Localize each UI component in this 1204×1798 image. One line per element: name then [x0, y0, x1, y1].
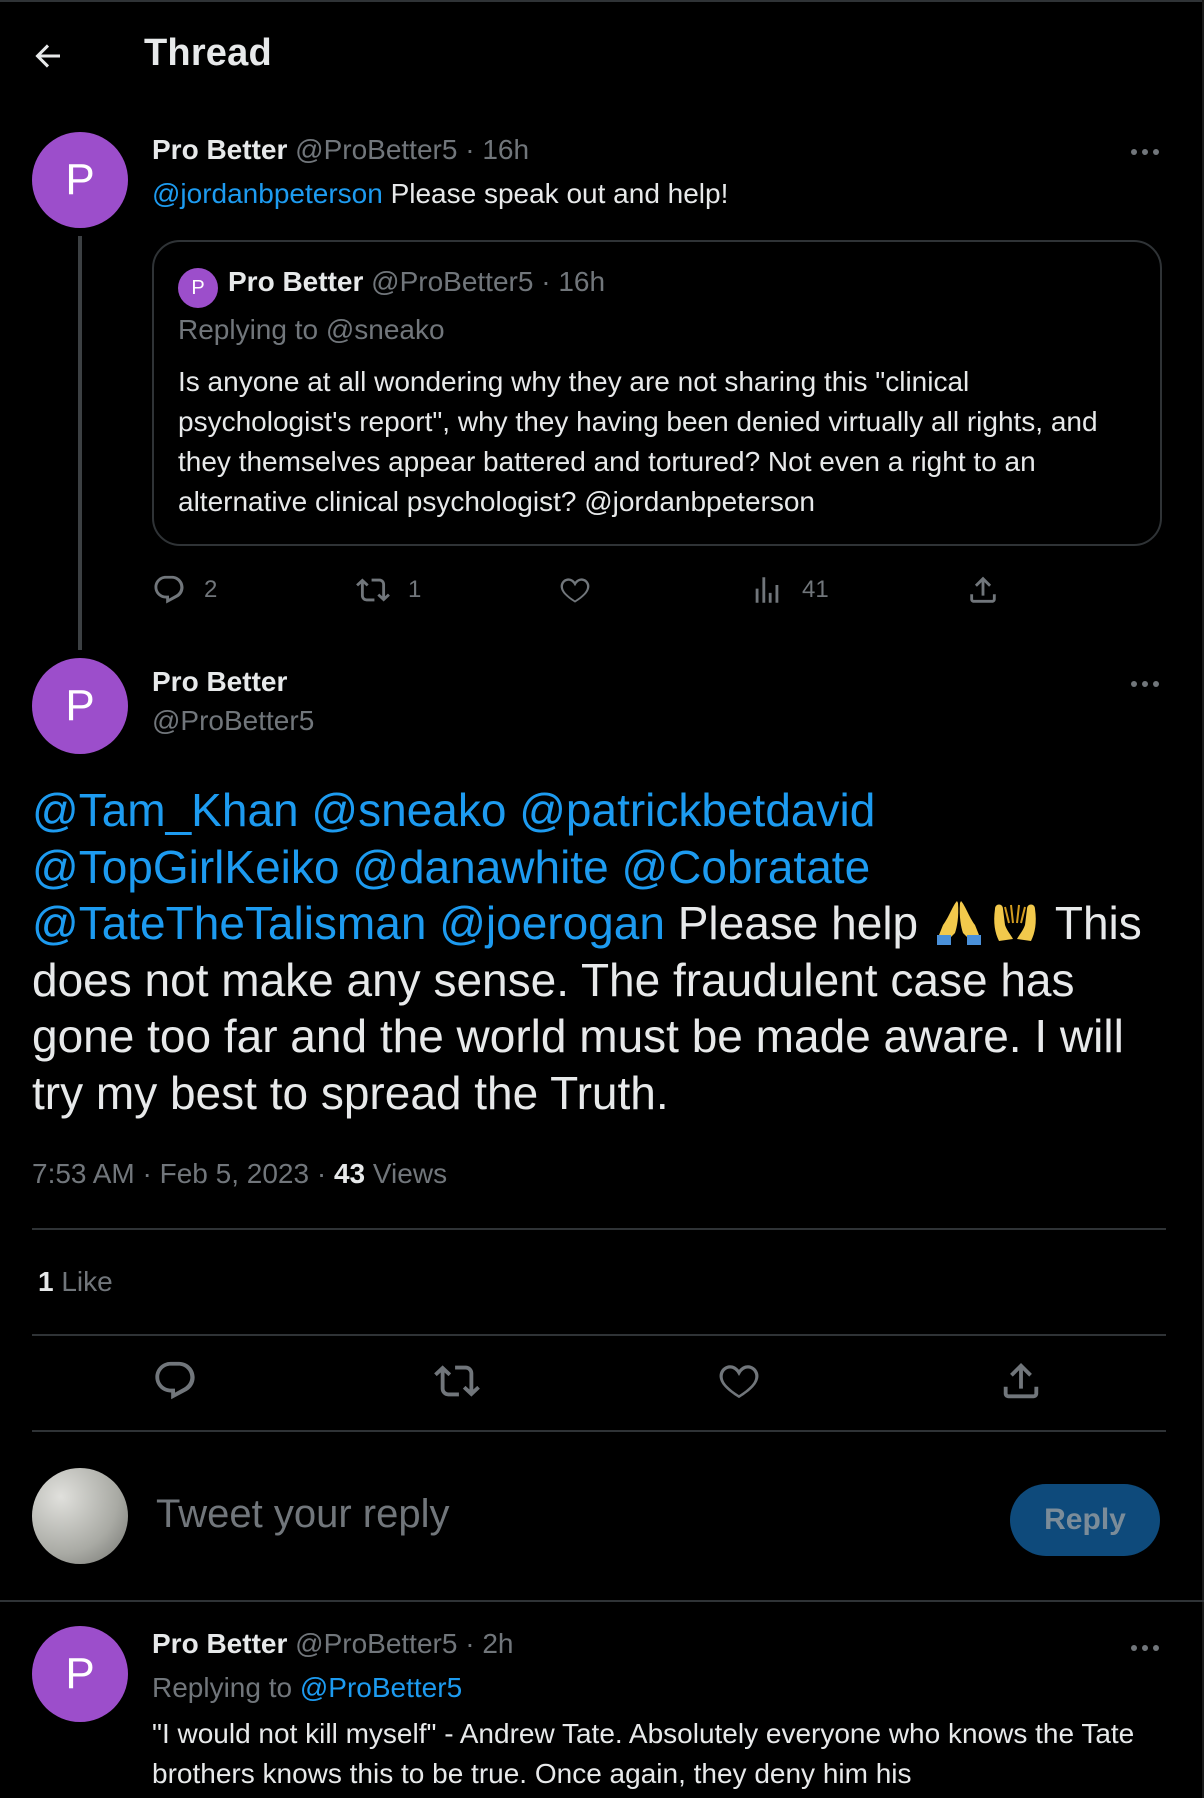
replying-handle-link[interactable]: @ProBetter5 [300, 1672, 462, 1703]
retweet-icon[interactable] [434, 1358, 480, 1404]
thread-page: Thread P Pro Better @ProBetter5 · 16h @j… [0, 0, 1204, 1798]
replying-to: Replying to @ProBetter5 [152, 1672, 462, 1704]
author-name[interactable]: Pro Better [152, 134, 287, 165]
tweet-body-part: Please help [664, 897, 931, 949]
tweet-text: "I would not kill myself" - Andrew Tate.… [152, 1718, 1135, 1789]
avatar-letter: P [65, 681, 95, 730]
top-border [0, 0, 1204, 2]
like-action[interactable] [558, 573, 592, 607]
author-handle[interactable]: @ProBetter5 [152, 705, 314, 737]
tweet-meta: 7:53 AM · Feb 5, 2023 · 43 Views [32, 1158, 447, 1190]
heart-icon[interactable] [716, 1358, 762, 1404]
quote-author-name: Pro Better [228, 266, 364, 297]
current-user-avatar[interactable] [32, 1468, 128, 1564]
avatar[interactable]: P [32, 658, 128, 754]
retweet-icon [356, 578, 390, 602]
tweet-header: Pro Better @ProBetter5 · 2h [152, 1628, 513, 1660]
share-icon [970, 576, 996, 603]
retweet-count: 1 [408, 576, 422, 603]
likes-stat[interactable]: 1 Like [38, 1266, 113, 1298]
heart-icon [560, 578, 590, 603]
retweet-action[interactable]: 1 [356, 573, 421, 607]
likes-label: Like [53, 1266, 113, 1297]
divider [32, 1228, 1166, 1230]
folded-hands-emoji [936, 901, 981, 945]
likes-count: 1 [38, 1266, 54, 1297]
mention-links[interactable]: @Tam_Khan @sneako @patrickbetdavid [32, 784, 875, 836]
analytics-icon [755, 577, 779, 603]
avatar[interactable]: P [32, 1626, 128, 1722]
replying-prefix: Replying to [152, 1672, 300, 1703]
avatar-letter: P [65, 1649, 95, 1698]
author-handle[interactable]: @ProBetter5 [295, 1628, 457, 1659]
quoted-tweet[interactable]: P Pro Better @ProBetter5 · 16h Replying … [152, 240, 1162, 546]
reply-icon [154, 575, 184, 604]
reply-action[interactable]: 2 [152, 573, 217, 607]
quote-replying-to: Replying to @sneako [178, 314, 445, 345]
author-handle[interactable]: @ProBetter5 [295, 134, 457, 165]
tweet-text: @jordanbpeterson Please speak out and he… [152, 174, 728, 214]
tweet-time[interactable]: · 16h [465, 134, 529, 165]
quote-avatar-letter: P [191, 276, 205, 299]
tweet-body: Please speak out and help! [382, 178, 729, 209]
reply-icon[interactable] [152, 1358, 198, 1404]
reply-count: 2 [204, 576, 218, 603]
views-count: 41 [802, 576, 829, 603]
author-name[interactable]: Pro Better [152, 1628, 287, 1659]
mention-link[interactable]: @jordanbpeterson [152, 178, 383, 209]
views-label: Views [365, 1158, 448, 1189]
tweet-time[interactable]: · 2h [465, 1628, 513, 1659]
page-title: Thread [144, 32, 272, 74]
share-icon[interactable] [998, 1358, 1044, 1404]
tweet-header: Pro Better @ProBetter5 · 16h [152, 134, 529, 166]
more-options-icon[interactable] [1130, 148, 1160, 156]
more-options-icon[interactable] [1130, 680, 1160, 688]
mention-links[interactable]: @TopGirlKeiko @danawhite @Cobratate [32, 841, 870, 893]
quote-author-handle: @ProBetter5 [371, 266, 534, 297]
thread-connector-line [78, 236, 82, 650]
quote-header: Pro Better @ProBetter5 · 16h [228, 266, 605, 298]
avatar[interactable]: P [32, 132, 128, 228]
reply-input[interactable]: Tweet your reply [156, 1492, 449, 1537]
reply-button[interactable]: Reply [1010, 1484, 1160, 1556]
mention-links[interactable]: @TateTheTalisman @joerogan [32, 897, 665, 949]
divider [32, 1430, 1166, 1432]
tweet-timestamp[interactable]: 7:53 AM · Feb 5, 2023 · [32, 1158, 334, 1189]
quote-time: · 16h [541, 266, 606, 297]
main-tweet-text: @Tam_Khan @sneako @patrickbetdavid @TopG… [32, 782, 1182, 1121]
author-name[interactable]: Pro Better [152, 666, 287, 698]
divider [32, 1334, 1166, 1336]
share-action[interactable] [966, 573, 1000, 607]
quote-text: Is anyone at all wondering why they are … [178, 366, 1098, 517]
palms-up-emoji [994, 904, 1036, 941]
views-action[interactable]: 41 [750, 573, 829, 607]
divider [0, 1600, 1204, 1602]
arrow-left-icon[interactable] [30, 38, 66, 74]
quote-avatar: P [178, 268, 218, 308]
more-options-icon[interactable] [1130, 1644, 1160, 1652]
views-count: 43 [333, 1158, 366, 1189]
avatar-letter: P [65, 155, 95, 204]
author-name-text: Pro Better [152, 666, 288, 697]
